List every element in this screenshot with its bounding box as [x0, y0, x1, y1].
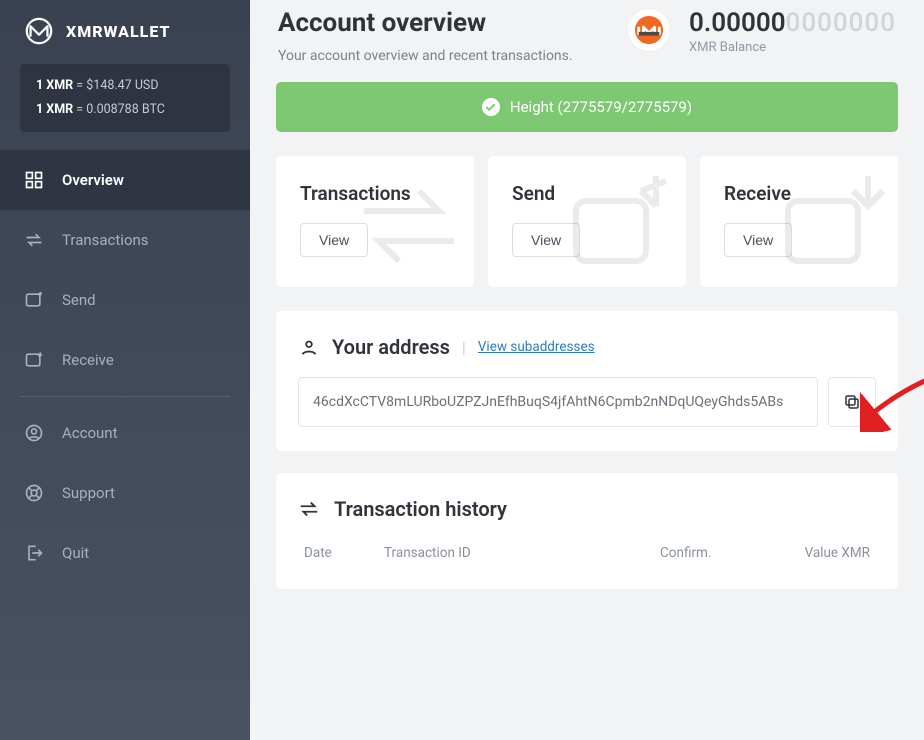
support-icon	[24, 483, 44, 503]
sidebar-item-send[interactable]: Send	[0, 270, 250, 330]
col-txid: Transaction ID	[384, 545, 660, 561]
brand-name: XMRWALLET	[66, 22, 170, 41]
card-receive: Receive View	[700, 156, 898, 287]
balance-block: 0.000000000000 XMR Balance	[627, 8, 896, 55]
page-title: Account overview	[278, 8, 573, 38]
page-subtitle: Your account overview and recent transac…	[278, 48, 573, 64]
sidebar-item-label: Receive	[62, 351, 114, 369]
card-transactions: Transactions View	[276, 156, 474, 287]
person-pin-icon	[298, 336, 320, 358]
sidebar-divider	[20, 396, 230, 397]
rate-usd-label: 1 XMR	[36, 78, 73, 93]
sidebar-item-label: Transactions	[62, 231, 149, 249]
logo-icon	[24, 16, 54, 46]
rate-btc-value: 0.008788	[86, 102, 138, 117]
page-header: Account overview Your account overview a…	[276, 0, 898, 82]
transfer-icon	[24, 230, 44, 250]
history-title: Transaction history	[334, 497, 507, 521]
rate-usd-value: $148.47	[86, 78, 131, 93]
card-title: Receive	[724, 182, 874, 205]
col-date: Date	[304, 545, 384, 561]
history-columns: Date Transaction ID Confirm. Value XMR	[298, 541, 876, 565]
send-icon	[24, 290, 44, 310]
address-input[interactable]	[298, 377, 818, 427]
user-icon	[24, 423, 44, 443]
sidebar-item-quit[interactable]: Quit	[0, 523, 250, 583]
view-receive-button[interactable]: View	[724, 223, 792, 257]
exit-icon	[24, 543, 44, 563]
copy-address-button[interactable]	[828, 377, 876, 427]
col-confirm: Confirm.	[660, 545, 770, 561]
sidebar-item-account[interactable]: Account	[0, 403, 250, 463]
sidebar-item-transactions[interactable]: Transactions	[0, 210, 250, 270]
sidebar-item-label: Support	[62, 484, 115, 502]
sync-height-banner: Height (2775579/2775579)	[276, 82, 898, 132]
card-title: Send	[512, 182, 662, 205]
check-icon	[482, 98, 500, 116]
card-send: Send View	[488, 156, 686, 287]
cards-row: Transactions View Send View Receive View	[276, 156, 898, 287]
monero-coin-icon	[627, 8, 671, 52]
exchange-rates: 1 XMR = $148.47 USD 1 XMR = 0.008788 BTC	[20, 64, 230, 132]
receive-icon	[24, 350, 44, 370]
sidebar-item-label: Quit	[62, 544, 89, 562]
sidebar-item-overview[interactable]: Overview	[0, 150, 250, 210]
sync-height-text: Height (2775579/2775579)	[510, 98, 692, 116]
address-panel: Your address | View subaddresses	[276, 311, 898, 451]
view-subaddresses-link[interactable]: View subaddresses	[478, 339, 595, 355]
sidebar-item-label: Account	[62, 424, 118, 442]
sidebar-item-label: Send	[62, 291, 96, 309]
balance-amount: 0.000000000000	[689, 8, 896, 38]
col-value: Value XMR	[770, 545, 870, 561]
copy-icon	[843, 393, 861, 411]
grid-icon	[24, 170, 44, 190]
sidebar-item-label: Overview	[62, 171, 124, 189]
sidebar-item-receive[interactable]: Receive	[0, 330, 250, 390]
card-title: Transactions	[300, 182, 450, 205]
sidebar-item-support[interactable]: Support	[0, 463, 250, 523]
address-title: Your address	[332, 335, 450, 359]
rate-btc-label: 1 XMR	[36, 102, 73, 117]
transaction-history-panel: Transaction history Date Transaction ID …	[276, 473, 898, 589]
view-send-button[interactable]: View	[512, 223, 580, 257]
transfer-icon	[298, 498, 320, 520]
sidebar: XMRWALLET 1 XMR = $148.47 USD 1 XMR = 0.…	[0, 0, 250, 740]
main-content: Account overview Your account overview a…	[250, 0, 924, 740]
logo-row: XMRWALLET	[0, 10, 250, 64]
balance-label: XMR Balance	[689, 40, 896, 55]
view-transactions-button[interactable]: View	[300, 223, 368, 257]
